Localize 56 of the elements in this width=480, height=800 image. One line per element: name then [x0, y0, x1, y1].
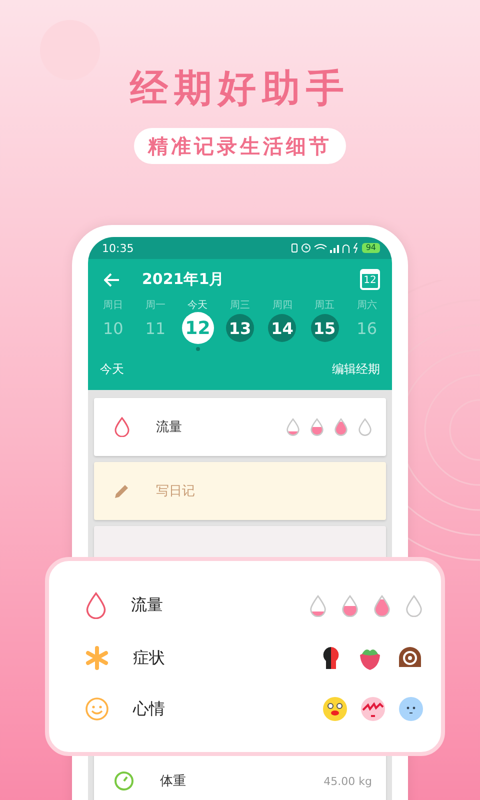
symptom-label: 症状: [133, 648, 166, 668]
pencil-icon: [114, 483, 130, 499]
day-number[interactable]: 12: [182, 312, 214, 344]
diary-card[interactable]: 写日记: [94, 462, 386, 520]
flow-card[interactable]: 流量: [94, 398, 386, 456]
edit-period-link[interactable]: 编辑经期: [332, 361, 380, 378]
day-number[interactable]: 13: [226, 314, 254, 342]
drop-icon: [114, 417, 130, 437]
headline: 经期好助手: [130, 65, 350, 112]
day-number[interactable]: 10: [99, 314, 128, 342]
day-number[interactable]: 14: [268, 314, 296, 342]
weekday-label: 周四: [272, 299, 292, 312]
flow-level-icon[interactable]: [358, 418, 372, 436]
scale-icon: [114, 771, 134, 791]
flow-level-icon[interactable]: [309, 594, 327, 616]
status-time: 10:35: [102, 242, 135, 254]
weekday-label: 周三: [230, 299, 250, 312]
weekday-label: 今天: [188, 299, 208, 312]
flow-level-icon[interactable]: [310, 418, 324, 436]
month-title: 2021年1月: [142, 270, 226, 289]
tagline: 精准记录生活细节: [134, 128, 346, 164]
weekday-label: 周六: [356, 298, 377, 312]
alarm-icon: [300, 243, 311, 253]
charging-icon: [352, 243, 358, 253]
flow-level-icon[interactable]: [373, 594, 391, 616]
drop-icon: [85, 592, 107, 619]
flow-label: 流量: [156, 419, 183, 436]
flow-level-icon[interactable]: [341, 594, 359, 616]
weekday-label: 周一: [145, 299, 166, 312]
weekday-label: 周五: [314, 299, 335, 312]
day-number[interactable]: 11: [141, 314, 170, 342]
angry-face-icon[interactable]: [361, 697, 385, 721]
weekday-label: 周日: [103, 299, 124, 312]
diary-label: 写日记: [156, 483, 196, 500]
smiley-icon: [85, 697, 109, 721]
flow-level-icon[interactable]: [286, 418, 300, 436]
day-number[interactable]: 15: [310, 314, 339, 342]
today-link[interactable]: 今天: [100, 361, 124, 378]
weight-label: 体重: [160, 773, 187, 790]
flow-label: 流量: [131, 595, 164, 616]
signal-icon: [330, 243, 339, 253]
back-arrow-icon[interactable]: [104, 272, 120, 286]
dizzy-face-icon[interactable]: [323, 697, 347, 721]
wifi-icon: [314, 244, 327, 252]
roll-cake-icon[interactable]: [397, 646, 423, 670]
weight-value: 45.00 kg: [324, 774, 372, 788]
calm-face-icon[interactable]: [399, 697, 423, 721]
asterisk-icon: [85, 646, 109, 670]
battery-level: 94: [362, 243, 380, 253]
flow-level-icon[interactable]: [334, 418, 348, 436]
mood-label: 心情: [133, 698, 166, 720]
day-number[interactable]: 16: [352, 314, 381, 342]
calendar-button[interactable]: 12: [360, 269, 380, 290]
flow-level-icon[interactable]: [405, 594, 423, 616]
vibrate-icon: [290, 243, 298, 253]
headphones-icon: [342, 243, 350, 253]
